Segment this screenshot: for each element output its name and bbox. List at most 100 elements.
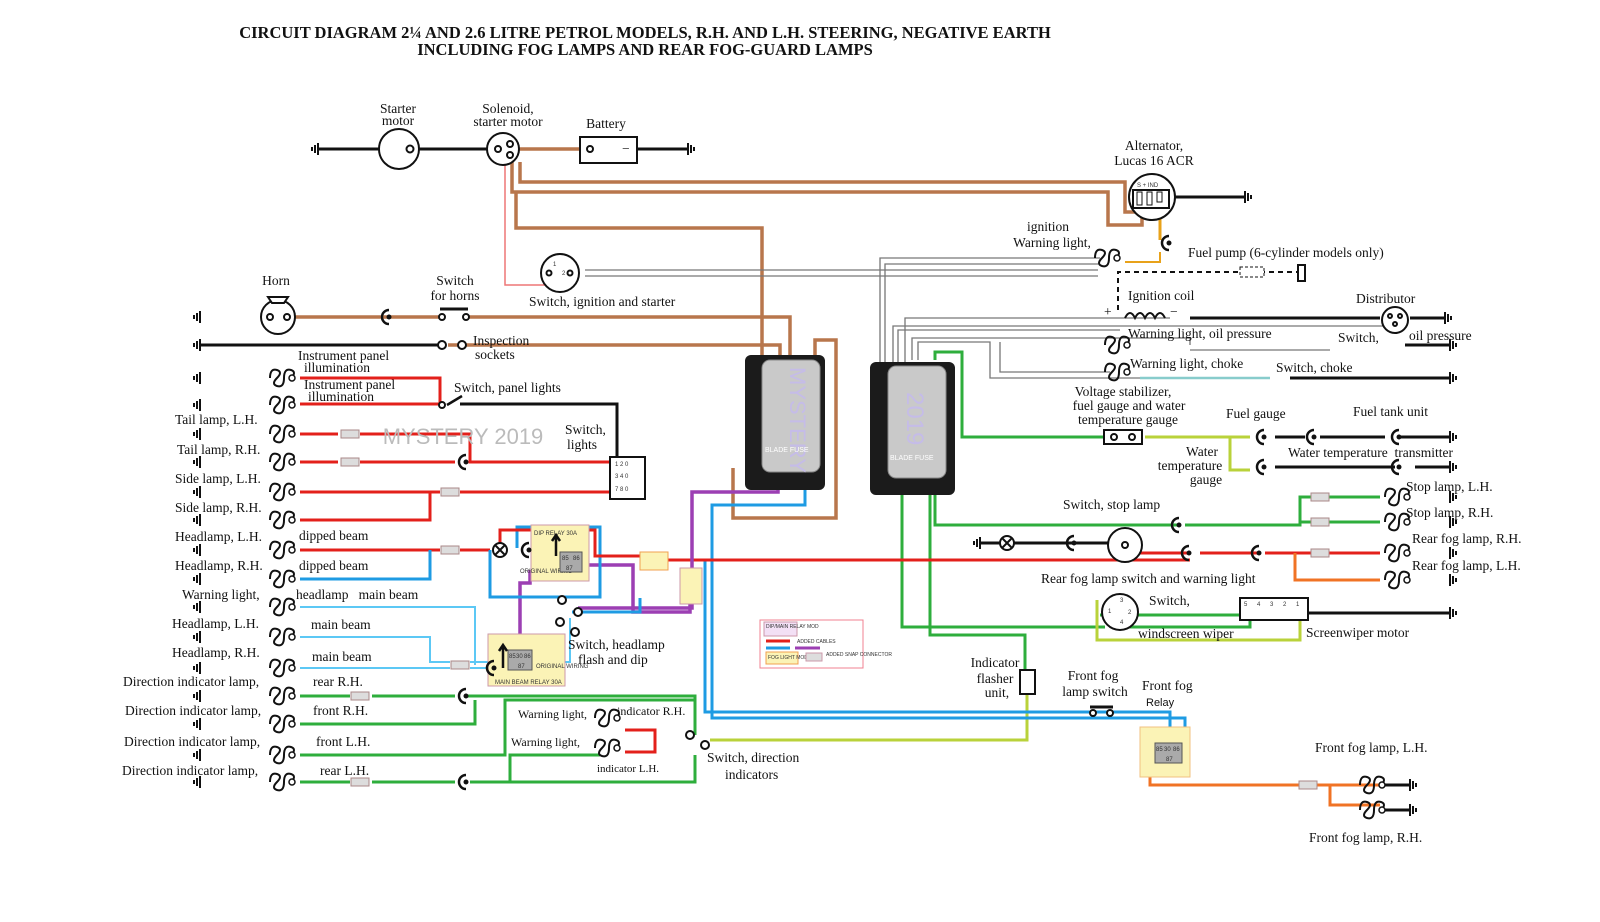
lamp-terminal-icon <box>288 692 296 700</box>
svg-text:Rear fog lamp, L.H.: Rear fog lamp, L.H. <box>1412 558 1521 573</box>
fuse-box-1: MYSTERY BLADE FUSE <box>745 355 825 490</box>
svg-text:Switch, stop lamp: Switch, stop lamp <box>1063 497 1160 512</box>
svg-text:Side lamp, R.H.: Side lamp, R.H. <box>175 500 262 515</box>
svg-text:unit,: unit, <box>985 685 1009 700</box>
grey-wire <box>999 342 1110 373</box>
svg-text:Switch, headlamp: Switch, headlamp <box>568 637 665 652</box>
svg-text:87: 87 <box>1166 757 1173 763</box>
svg-text:30: 30 <box>1164 747 1171 753</box>
earth-icon <box>1449 431 1457 443</box>
earth-icon <box>1409 779 1417 791</box>
earth-icon <box>193 662 201 674</box>
svg-text:Tail lamp, L.H.: Tail lamp, L.H. <box>175 412 258 427</box>
panel-lights-switch[interactable] <box>438 394 463 409</box>
svg-text:Switch,: Switch, <box>1149 593 1190 608</box>
rear-fog-warning-lamp <box>999 535 1015 551</box>
earth-icon <box>193 311 201 323</box>
lamp-terminal-icon <box>288 546 296 554</box>
svg-text:Front fog lamp, L.H.: Front fog lamp, L.H. <box>1315 740 1428 755</box>
battery-label: Battery <box>586 116 626 131</box>
svg-text:Fuel gauge: Fuel gauge <box>1226 406 1286 421</box>
earth-icon <box>193 514 201 526</box>
ignition-switch[interactable]: 12 <box>540 253 580 293</box>
horn-switch[interactable] <box>438 307 470 321</box>
svg-text:Indicator: Indicator <box>971 655 1020 670</box>
lamp-terminal-icon <box>288 458 296 466</box>
red-wire <box>625 728 657 754</box>
svg-text:Water: Water <box>1186 444 1218 459</box>
svg-text:Fuel tank unit: Fuel tank unit <box>1353 404 1428 419</box>
connector-dot <box>386 314 392 320</box>
svg-text:Screenwiper motor: Screenwiper motor <box>1306 625 1410 640</box>
title-line-2: INCLUDING FOG LAMPS AND REAR FOG-GUARD L… <box>417 40 873 59</box>
connector-dot <box>463 779 469 785</box>
horn-label: Horn <box>262 273 290 288</box>
svg-text:ignition: ignition <box>1027 219 1069 234</box>
svg-text:MAIN BEAM RELAY 30A: MAIN BEAM RELAY 30A <box>495 680 562 686</box>
earth-icon <box>193 690 201 702</box>
lamp-terminal-icon <box>288 374 296 382</box>
lamp-terminal-icon <box>613 714 621 722</box>
connector-dot <box>1176 522 1182 528</box>
lights-switch[interactable]: 1 2 0 3 4 0 7 8 0 <box>609 456 646 500</box>
svg-text:ADDED SNAP CONNECTOR: ADDED SNAP CONNECTOR <box>826 652 892 658</box>
lamp-terminal-icon <box>1123 368 1131 376</box>
earth-icon <box>193 573 201 585</box>
svg-text:87: 87 <box>518 664 525 670</box>
inspection-sockets-label: sockets <box>475 347 515 362</box>
earth-icon <box>193 718 201 730</box>
svg-text:Direction indicator lamp,: Direction indicator lamp, <box>125 703 261 718</box>
legend: DIP/MAIN RELAY MOD ADDED CABLES FOG LIGH… <box>759 619 892 669</box>
lamp-terminal-icon <box>1378 781 1386 789</box>
lamp-terminal-icon <box>288 633 296 641</box>
lamp-terminal-icon <box>1378 806 1386 814</box>
lamp-terminal-icon <box>1123 341 1131 349</box>
front-fog-relay: 85 30 86 87 <box>1139 726 1191 778</box>
lamp-terminal-icon <box>1403 493 1411 501</box>
svg-text:ADDED CABLES: ADDED CABLES <box>797 639 836 645</box>
svg-text:Side lamp, L.H.: Side lamp, L.H. <box>175 471 261 486</box>
connector-dot <box>1186 550 1192 556</box>
svg-text:indicator L.H.: indicator L.H. <box>597 763 659 775</box>
earth-icon <box>1444 312 1452 324</box>
svg-text:BLADE FUSE: BLADE FUSE <box>890 455 934 462</box>
snap-connector <box>1310 548 1330 558</box>
svg-text:87: 87 <box>566 566 573 572</box>
lamp-terminal-icon <box>288 751 296 759</box>
snap-connector <box>440 545 460 555</box>
connector-dot <box>1261 464 1267 470</box>
earth-icon <box>311 143 319 155</box>
svg-text:indicators: indicators <box>725 767 778 782</box>
lamp-terminal-icon <box>613 744 621 752</box>
svg-text:Water temperature transmitter: Water temperature transmitter <box>1288 445 1453 460</box>
starter-motor <box>378 128 420 170</box>
earth-icon <box>193 428 201 440</box>
left-labels: Instrument panel illumination Instrument… <box>122 348 799 782</box>
dip-relay: DIP RELAY 30A ORIGINAL WIRING 85 86 87 <box>520 524 590 582</box>
svg-text:lamp switch: lamp switch <box>1062 684 1128 699</box>
svg-text:headlamp main beam: headlamp main beam <box>296 587 419 602</box>
snap-connector <box>639 551 669 571</box>
rear-fog-switch[interactable] <box>1107 527 1143 563</box>
svg-text:main beam: main beam <box>312 649 372 664</box>
alternator-pins: S + IND <box>1137 183 1159 189</box>
svg-text:lights: lights <box>567 437 597 452</box>
front-fog-relay-label: Relay <box>1146 697 1175 709</box>
svg-text:Rear fog lamp, R.H.: Rear fog lamp, R.H. <box>1412 531 1521 546</box>
svg-text:Warning light, choke: Warning light, choke <box>1130 356 1243 371</box>
svg-text:Rear fog lamp switch and warni: Rear fog lamp switch and warning light <box>1041 571 1256 586</box>
snap-connector <box>350 691 370 701</box>
svg-text:front R.H.: front R.H. <box>313 703 368 718</box>
earth-icon <box>1409 804 1417 816</box>
svg-text:illumination: illumination <box>304 360 370 375</box>
earth-icon <box>193 601 201 613</box>
earth-icon <box>193 631 201 643</box>
svg-text:windscreen wiper: windscreen wiper <box>1138 626 1234 641</box>
wiper-switch[interactable]: 31 24 <box>1101 593 1139 631</box>
svg-text:dipped beam: dipped beam <box>299 558 369 573</box>
svg-text:86: 86 <box>573 556 580 562</box>
svg-text:Voltage stabilizer,: Voltage stabilizer, <box>1075 384 1172 399</box>
lamp-terminal-icon <box>288 488 296 496</box>
svg-text:+: + <box>1104 304 1112 319</box>
voltage-stabilizer <box>1103 429 1143 445</box>
